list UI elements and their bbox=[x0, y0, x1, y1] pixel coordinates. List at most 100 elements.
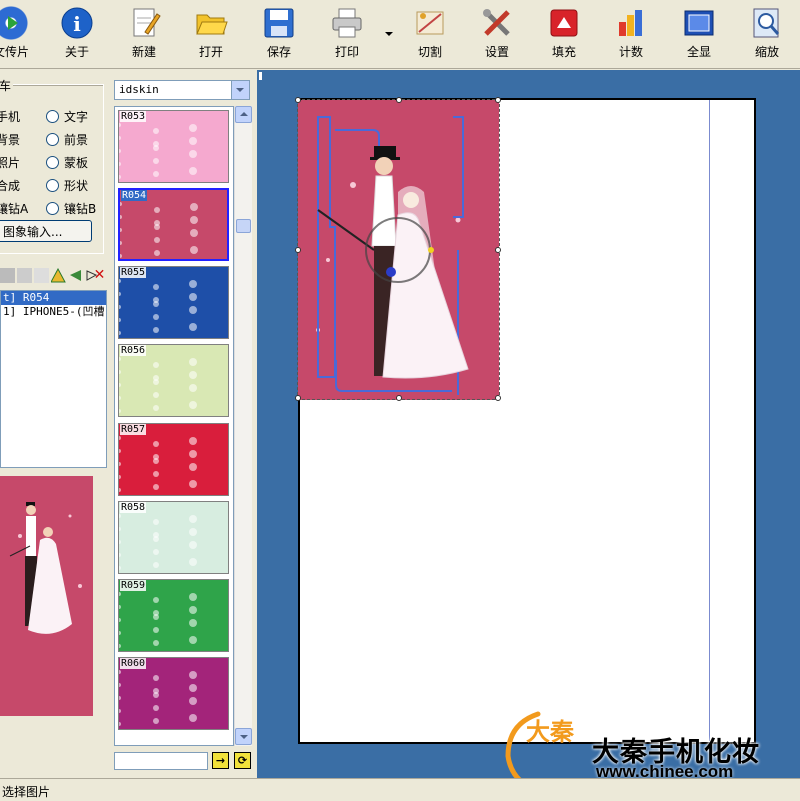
toolbar-button-slideshow[interactable]: 文传片 bbox=[0, 4, 42, 64]
resize-handle[interactable] bbox=[295, 247, 301, 253]
library-select-value: idskin bbox=[119, 83, 159, 96]
thumbnail-r055[interactable]: R055 bbox=[118, 266, 229, 339]
flip-icon[interactable] bbox=[50, 267, 66, 283]
toolbar-button-print[interactable]: 打印 bbox=[316, 4, 378, 64]
layer-up-icon[interactable] bbox=[0, 268, 15, 283]
radio-label: 形状 bbox=[64, 179, 89, 193]
toolbar-button-count[interactable]: 计数 bbox=[600, 4, 662, 64]
selection-box[interactable] bbox=[295, 97, 501, 401]
left-panel: 车 手机 文字 背景 前景 照片 蒙板 合成 形状 镶钻A 镶钻B 图象输入..… bbox=[0, 70, 110, 778]
thumbnail-r054[interactable]: R054 bbox=[118, 188, 229, 261]
thumbnail-r056[interactable]: R056 bbox=[118, 344, 229, 417]
toolbar-button-open[interactable]: 打开 bbox=[180, 4, 242, 64]
radio-label: 前景 bbox=[64, 133, 89, 147]
resize-handle[interactable] bbox=[396, 395, 402, 401]
thumbnail-r059[interactable]: R059 bbox=[118, 579, 229, 652]
radio-phone[interactable]: 手机 bbox=[0, 108, 20, 125]
fit-all-icon bbox=[682, 6, 716, 40]
thumbnail-r053[interactable]: R053 bbox=[118, 110, 229, 183]
svg-text:i: i bbox=[73, 12, 81, 36]
radio-text[interactable]: 文字 bbox=[46, 108, 88, 125]
scroll-down-button[interactable] bbox=[235, 728, 252, 745]
zoom-icon bbox=[750, 6, 784, 40]
toolbar-button-fill[interactable]: 填充 bbox=[533, 4, 595, 64]
radio-background[interactable]: 背景 bbox=[0, 131, 20, 148]
radio-label: 文字 bbox=[64, 110, 89, 124]
toolbar-button-settings[interactable]: 设置 bbox=[466, 4, 528, 64]
margin-guide-line bbox=[709, 100, 710, 741]
radio-label: 合成 bbox=[0, 179, 21, 193]
layer-copy-icon[interactable] bbox=[17, 268, 32, 283]
resize-handle[interactable] bbox=[295, 395, 301, 401]
scroll-up-button[interactable] bbox=[235, 106, 252, 123]
scroll-thumb[interactable] bbox=[236, 219, 251, 233]
fill-icon bbox=[547, 6, 581, 40]
folder-open-icon bbox=[194, 6, 228, 40]
print-dropdown-arrow[interactable] bbox=[385, 32, 393, 36]
radio-label: 照片 bbox=[0, 156, 21, 170]
resize-handle[interactable] bbox=[495, 395, 501, 401]
layer-paste-icon[interactable] bbox=[34, 268, 49, 283]
toolbar-label: 缩放 bbox=[754, 45, 779, 59]
radio-label: 镶钻A bbox=[0, 202, 29, 216]
cut-icon bbox=[413, 6, 447, 40]
radio-diamond-a[interactable]: 镶钻A bbox=[0, 200, 28, 217]
toolbar-button-about[interactable]: i 关于 bbox=[46, 4, 108, 64]
resize-handle[interactable] bbox=[495, 97, 501, 103]
new-document-icon bbox=[127, 6, 161, 40]
resize-handle[interactable] bbox=[495, 247, 501, 253]
radio-composite[interactable]: 合成 bbox=[0, 177, 20, 194]
radio-circle bbox=[46, 179, 59, 192]
radio-mask[interactable]: 蒙板 bbox=[46, 154, 88, 171]
layer-item[interactable]: 1] IPHONE5-(凹槽 bbox=[1, 305, 106, 319]
layer-item[interactable]: t] R054 bbox=[1, 291, 106, 305]
status-text: 选择图片 bbox=[2, 785, 51, 799]
toolbar-button-zoom[interactable]: 缩放 bbox=[736, 4, 798, 64]
thumbnail-code: R055 bbox=[120, 267, 147, 278]
toolbar-label: 关于 bbox=[64, 45, 89, 59]
thumbnail-r057[interactable]: R057 bbox=[118, 423, 229, 496]
resize-handle[interactable] bbox=[295, 97, 301, 103]
toolbar-label: 打开 bbox=[198, 45, 223, 59]
radio-photo[interactable]: 照片 bbox=[0, 154, 20, 171]
radio-shape[interactable]: 形状 bbox=[46, 177, 88, 194]
info-icon: i bbox=[60, 6, 94, 40]
go-arrow-icon[interactable]: → bbox=[212, 752, 229, 769]
thumbnail-code: R058 bbox=[120, 502, 147, 513]
radio-circle bbox=[46, 133, 59, 146]
toolbar-button-fit-all[interactable]: 全显 bbox=[668, 4, 730, 64]
radio-foreground[interactable]: 前景 bbox=[46, 131, 88, 148]
toolbar-label: 设置 bbox=[484, 45, 509, 59]
library-select[interactable]: idskin bbox=[114, 80, 250, 100]
toolbar-button-cut[interactable]: 切割 bbox=[399, 4, 461, 64]
thumbnail-code: R059 bbox=[120, 580, 147, 591]
count-chart-icon bbox=[614, 6, 648, 40]
radio-diamond-b[interactable]: 镶钻B bbox=[46, 200, 96, 217]
arrow-left-icon[interactable] bbox=[68, 268, 83, 283]
thumbnail-r058[interactable]: R058 bbox=[118, 501, 229, 574]
refresh-icon[interactable]: ⟳ bbox=[234, 752, 251, 769]
thumbnail-list: R053 R054 R055 R056 R057 R058 R059 R060 bbox=[114, 106, 234, 746]
thumbnail-code: R060 bbox=[120, 658, 147, 669]
radio-label: 手机 bbox=[0, 110, 21, 124]
toolbar-label: 新建 bbox=[131, 45, 156, 59]
toolbar-label: 填充 bbox=[551, 45, 576, 59]
toolbar-button-new[interactable]: 新建 bbox=[113, 4, 175, 64]
wedding-couple-preview-image bbox=[9, 502, 82, 634]
toolbar-label: 保存 bbox=[266, 45, 291, 59]
toolbar-button-save[interactable]: 保存 bbox=[248, 4, 310, 64]
radio-circle bbox=[46, 156, 59, 169]
delete-icon[interactable]: ✕ bbox=[92, 268, 107, 283]
thumbnail-scrollbar[interactable] bbox=[234, 106, 252, 746]
resize-handle[interactable] bbox=[396, 97, 402, 103]
status-bar: 选择图片 bbox=[0, 778, 800, 801]
radio-label: 镶钻B bbox=[64, 202, 97, 216]
play-icon bbox=[0, 6, 28, 40]
image-input-button[interactable]: 图象输入... bbox=[0, 220, 92, 242]
thumbnail-search-input[interactable] bbox=[114, 752, 208, 770]
thumbnail-r060[interactable]: R060 bbox=[118, 657, 229, 730]
save-disk-icon bbox=[262, 6, 296, 40]
selected-image-preview bbox=[0, 476, 93, 716]
chevron-down-icon[interactable] bbox=[231, 81, 249, 99]
toolbar-label: 全显 bbox=[686, 45, 711, 59]
